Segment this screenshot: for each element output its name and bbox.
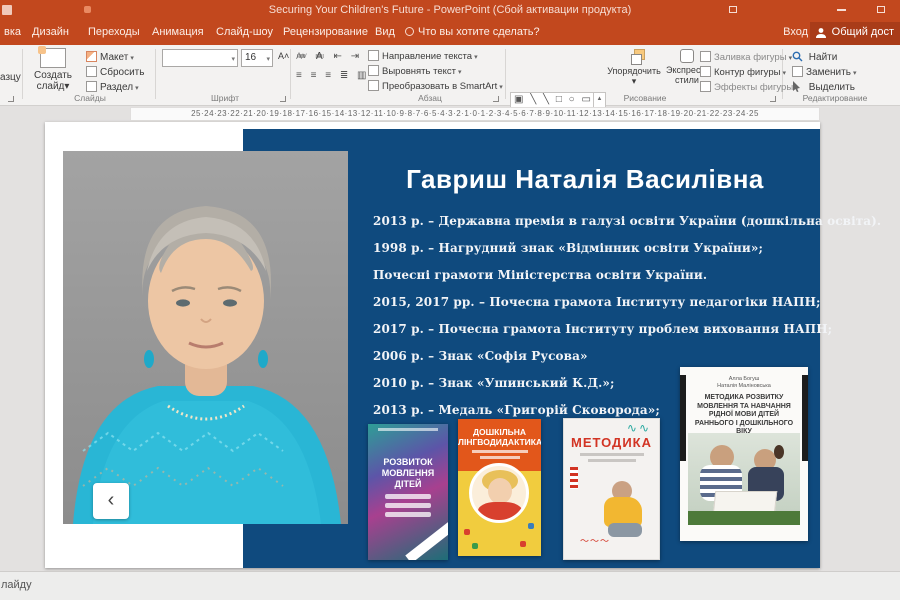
award-line-3[interactable]: Почесні грамоти Міністерства освіти Укра… <box>373 268 818 282</box>
award-line-2[interactable]: 1998 р. – Нагрудний знак «Відмінник осві… <box>373 241 818 255</box>
shape-effects-icon <box>700 81 711 92</box>
status-bar: лайду <box>0 571 900 600</box>
chevron-left-icon: ‹ <box>108 489 115 511</box>
shapes-row-1[interactable]: ▣ ╲ ╲ □ ○ ▭ <box>514 93 593 106</box>
find-button[interactable]: Найти <box>792 51 837 63</box>
slides-group-label: Слайды <box>55 93 125 103</box>
tell-me-box[interactable]: Что вы хотите сделать? <box>405 26 540 38</box>
book-cover-metodyka[interactable]: ∿∿ МЕТОДИКА 〜〜〜 <box>563 418 660 560</box>
book4-title: МЕТОДИКА РОЗВИТКУ МОВЛЕННЯ ТА НАВЧАННЯ Р… <box>690 394 798 437</box>
maximize-button[interactable] <box>872 4 890 18</box>
tab-view[interactable]: Вид <box>375 26 395 38</box>
editing-canvas: Гавриш Наталія Василівна 2013 р. – Держа… <box>0 121 900 570</box>
book3-squiggle: ∿∿ <box>564 419 659 435</box>
text-direction-button[interactable]: Направление текста▾ <box>368 50 478 62</box>
sign-in-button[interactable]: Вход <box>783 26 808 38</box>
tab-animations[interactable]: Анимация <box>152 26 204 38</box>
powerpoint-window: Securing Your Children's Future - PowerP… <box>0 0 900 600</box>
book-cover-metodyka-rozvytku[interactable]: Алла Богуш Наталія Маліновська МЕТОДИКА … <box>680 367 808 541</box>
new-slide-icon <box>40 48 66 68</box>
slide-title[interactable]: Гавриш Наталія Василівна <box>360 164 810 195</box>
tab-design[interactable]: Дизайн <box>32 26 69 38</box>
font-dialog-launcher[interactable] <box>280 96 286 102</box>
arrange-icon <box>625 49 643 65</box>
shape-fill-button[interactable]: Заливка фигуры▾ <box>700 51 792 63</box>
tab-review[interactable]: Рецензирование <box>283 26 368 38</box>
book4-author-1: Алла Богуш <box>680 376 808 383</box>
minimize-button[interactable] <box>832 4 850 18</box>
convert-smartart-button[interactable]: Преобразовать в SmartArt▾ <box>368 80 503 92</box>
slide[interactable]: Гавриш Наталія Василівна 2013 р. – Держа… <box>45 122 820 568</box>
shape-fill-icon <box>700 51 711 62</box>
align-text-button[interactable]: Выровнять текст▾ <box>368 65 462 77</box>
new-slide-button[interactable]: Создать слайд▾ <box>26 48 80 92</box>
previous-slide-button[interactable]: ‹ <box>93 483 129 519</box>
paragraph-group-label: Абзац <box>395 93 465 103</box>
cursor-arrow-icon <box>792 81 802 92</box>
lightbulb-icon <box>405 27 414 36</box>
format-painter-label-cut[interactable]: азцу <box>0 72 21 83</box>
font-group-label: Шрифт <box>190 93 260 103</box>
horizontal-ruler: 25·24·23·22·21·20·19·18·17·16·15·14·13·1… <box>130 107 820 121</box>
notes-label-cut[interactable]: лайду <box>1 579 32 591</box>
font-name-combo[interactable]: ▾ <box>162 49 238 67</box>
section-icon <box>86 81 97 92</box>
shape-effects-button[interactable]: Эффекты фигуры▾ <box>700 81 799 93</box>
share-button[interactable]: Общий дост <box>810 22 900 45</box>
book-cover-rozvytok-movlennya[interactable]: РОЗВИТОК МОВЛЕННЯ ДІТЕЙ <box>368 424 448 560</box>
shape-outline-button[interactable]: Контур фигуры▾ <box>700 66 786 78</box>
book3-scribbles: 〜〜〜 <box>580 537 640 545</box>
layout-icon <box>86 51 97 62</box>
book4-author-2: Наталія Маліновська <box>680 383 808 390</box>
editing-group-label: Редактирование <box>795 93 875 103</box>
ruler-marks: 25·24·23·22·21·20·19·18·17·16·15·14·13·1… <box>191 109 759 118</box>
drawing-group-label: Рисование <box>610 93 680 103</box>
replace-icon <box>792 66 803 77</box>
align-text-icon <box>368 65 379 76</box>
person-icon <box>815 27 827 39</box>
award-line-6[interactable]: 2006 р. – Знак «Софія Русова» <box>373 349 818 363</box>
book4-children-photo <box>688 433 800 525</box>
award-line-5[interactable]: 2017 р. – Почесна грамота Інституту проб… <box>373 322 818 336</box>
grow-font-button[interactable]: А˄ <box>278 51 289 61</box>
alignment-icons[interactable]: ≡ ≡ ≡ ≣ ▥ <box>296 70 369 81</box>
book1-title: РОЗВИТОК МОВЛЕННЯ ДІТЕЙ <box>368 457 448 490</box>
award-line-1[interactable]: 2013 р. – Державна премія в галузі освіт… <box>373 214 818 228</box>
ribbon-tab-row: вка Дизайн Переходы Анимация Слайд-шоу Р… <box>0 22 900 45</box>
window-title: Securing Your Children's Future - PowerP… <box>0 4 900 16</box>
shape-outline-icon <box>700 66 711 77</box>
book-cover-lingvodydaktyka[interactable]: ДОШКІЛЬНА ЛІНГВОДИДАКТИКА <box>458 419 541 556</box>
replace-button[interactable]: Заменить▾ <box>792 66 856 78</box>
book3-title: МЕТОДИКА <box>564 435 659 450</box>
title-bar: Securing Your Children's Future - PowerP… <box>0 0 900 22</box>
tab-transitions[interactable]: Переходы <box>88 26 140 38</box>
reset-icon <box>86 66 97 77</box>
bullets-numbering-icons[interactable]: ≔ ≕ ⇤ ⇥ ≣ <box>296 51 379 62</box>
book2-title: ДОШКІЛЬНА ЛІНГВОДИДАКТИКА <box>458 427 541 447</box>
award-line-4[interactable]: 2015, 2017 рр. – Почесна грамота Інститу… <box>373 295 818 309</box>
tab-slideshow[interactable]: Слайд-шоу <box>216 26 273 38</box>
select-button[interactable]: Выделить <box>792 81 855 93</box>
book2-girl-photo <box>469 463 529 523</box>
paragraph-dialog-launcher[interactable] <box>493 96 499 102</box>
smartart-icon <box>368 80 379 91</box>
quick-styles-icon <box>680 49 694 63</box>
ribbon: азцу Создать слайд▾ Макет▾ Сбросить Разд… <box>0 45 900 106</box>
clipboard-dialog-launcher[interactable] <box>8 96 14 102</box>
reset-button[interactable]: Сбросить <box>86 66 144 78</box>
font-size-combo[interactable]: 16▾ <box>241 49 273 67</box>
layout-button[interactable]: Макет▾ <box>86 51 134 63</box>
drawing-dialog-launcher[interactable] <box>770 96 776 102</box>
section-button[interactable]: Раздел▾ <box>86 81 139 93</box>
text-direction-icon <box>368 50 379 61</box>
ribbon-display-options-button[interactable] <box>724 4 742 18</box>
portrait-photo[interactable] <box>63 151 348 524</box>
arrange-button[interactable]: Упорядочить▾ <box>606 49 662 87</box>
search-icon <box>792 51 803 62</box>
tab-insert-cut[interactable]: вка <box>4 26 21 38</box>
